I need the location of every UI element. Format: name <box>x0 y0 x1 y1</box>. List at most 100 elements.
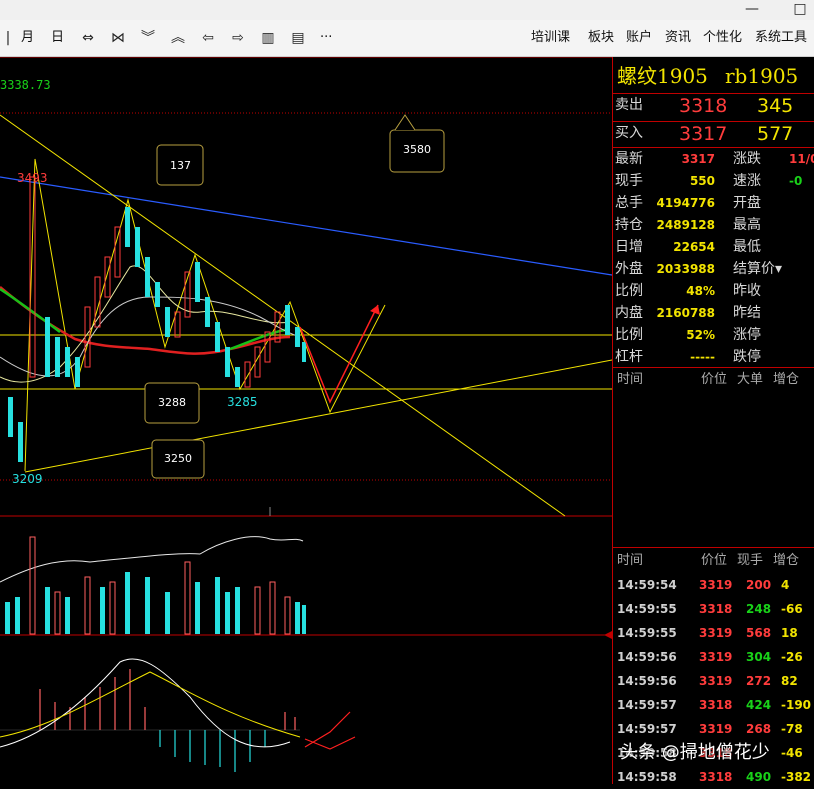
field-label: 比例 <box>615 327 643 343</box>
list-icon[interactable]: ▤ <box>290 30 306 46</box>
tick-row[interactable]: 14:59:56 3319 272 82 <box>613 669 814 693</box>
field-label: 总手 <box>615 195 643 211</box>
column-header: 时间 <box>617 372 644 387</box>
menu-news[interactable]: 资讯 <box>665 28 691 48</box>
menu-sector[interactable]: 板块 <box>588 28 614 48</box>
move-right-icon[interactable]: ⇨ <box>230 30 246 46</box>
kline-svg <box>0 56 613 772</box>
field-value: 48% <box>686 284 715 298</box>
field-label: 内盘 <box>615 305 643 321</box>
menu-account[interactable]: 账户 <box>626 28 652 48</box>
layout-icon[interactable]: ▥ <box>260 30 276 46</box>
field-label: 比例 <box>615 283 643 299</box>
tick-vol: 200 <box>746 578 772 592</box>
field-label: 昨收 <box>733 283 761 299</box>
tick-vol: 424 <box>746 698 772 712</box>
tick-vol: 304 <box>746 650 772 664</box>
tick-row[interactable]: 14:59:58 3318 490 -382 <box>613 765 814 789</box>
tick-time: 14:59:57 <box>617 698 677 712</box>
tick-time: 14:59:55 <box>617 626 677 640</box>
tick-price: 3318 <box>699 770 733 784</box>
tick-row[interactable]: 14:59:55 3319 568 18 <box>613 621 814 645</box>
field-value: 11/0 <box>789 152 814 166</box>
zoom-out-icon[interactable]: ⋈ <box>110 30 126 46</box>
menu-personalize[interactable]: 个性化 <box>703 28 742 48</box>
field-label: 最高 <box>733 217 761 233</box>
buy-volume: 577 <box>757 123 794 145</box>
scroll-up-icon[interactable]: ︽ <box>170 30 186 46</box>
column-header: 价位 <box>701 372 728 387</box>
tick-price: 3318 <box>699 698 733 712</box>
tick-row[interactable]: 14:59:55 3318 248 -66 <box>613 597 814 621</box>
column-header: 增仓 <box>773 372 800 387</box>
tick-chg: 4 <box>781 578 790 592</box>
tick-chg: -26 <box>781 650 803 664</box>
field-value: ----- <box>690 350 715 364</box>
tick-vol: 568 <box>746 626 772 640</box>
contract-code: rb1905 <box>725 64 799 88</box>
field-label: 开盘 <box>733 195 761 211</box>
tick-chg: -66 <box>781 602 803 616</box>
kline-chart[interactable]: 3338.73 3493 3209 3285 137 3580 3288 325… <box>0 56 613 784</box>
field-value: 52% <box>686 328 715 342</box>
field-value: 2033988 <box>656 262 715 276</box>
period-day-button[interactable]: 日 <box>51 28 64 48</box>
buy-price: 3317 <box>679 123 728 145</box>
tick-vol: 490 <box>746 770 772 784</box>
toolbar: | 月 日 ⇔ ⋈ ︾ ︽ ⇦ ⇨ ▥ ▤ ··· 培训课 板块 账户 资讯 个… <box>0 20 814 57</box>
callout-3580: 3580 <box>403 143 431 156</box>
field-label: 日增 <box>615 239 643 255</box>
field-label: 涨跌 <box>733 151 761 167</box>
field-value: 22654 <box>673 240 715 254</box>
quote-panel: 螺纹1905 rb1905 卖出 3318 345 买入 3317 577 最新… <box>612 57 814 784</box>
tick-price: 3319 <box>699 650 733 664</box>
callout-3250: 3250 <box>164 452 192 465</box>
zoom-in-icon[interactable]: ⇔ <box>80 30 96 46</box>
window-titlebar: — □ <box>0 0 814 20</box>
field-label[interactable]: 结算价▾ <box>733 259 782 279</box>
move-left-icon[interactable]: ⇦ <box>200 30 216 46</box>
menu-training[interactable]: 培训课 <box>531 28 570 48</box>
watermark: 头条 @掃地僧花少 <box>620 742 770 763</box>
tick-row[interactable]: 14:59:54 3319 200 4 <box>613 573 814 597</box>
field-label: 跌停 <box>733 349 761 365</box>
column-header: 大单 <box>737 372 764 387</box>
sell-volume: 345 <box>757 95 794 117</box>
field-label: 涨停 <box>733 327 761 343</box>
tick-chg: -382 <box>781 770 812 784</box>
column-header: 增仓 <box>773 553 800 568</box>
contract-name: 螺纹1905 <box>617 64 708 88</box>
field-label: 持仓 <box>615 217 643 233</box>
field-value: -0 <box>789 174 803 188</box>
column-header: 价位 <box>701 553 728 568</box>
more-button[interactable]: ··· <box>320 28 332 48</box>
column-header: 现手 <box>737 553 764 568</box>
tick-time: 14:59:58 <box>617 770 677 784</box>
low2-price-label: 3285 <box>227 395 258 409</box>
scroll-down-icon[interactable]: ︾ <box>140 30 156 46</box>
tick-chg: -78 <box>781 722 803 736</box>
menu-system-tools[interactable]: 系统工具 <box>755 28 807 48</box>
callout-3288: 3288 <box>158 396 186 409</box>
tick-row[interactable]: 14:59:57 3318 424 -190 <box>613 693 814 717</box>
callout-137: 137 <box>170 159 191 172</box>
field-value: 2489128 <box>656 218 715 232</box>
period-month-button[interactable]: 月 <box>21 28 34 48</box>
tick-vol: 248 <box>746 602 772 616</box>
sell-price: 3318 <box>679 95 728 117</box>
minimize-button[interactable]: — <box>738 0 766 20</box>
bar-icon[interactable]: | <box>0 30 16 46</box>
maximize-button[interactable]: □ <box>786 0 814 20</box>
tick-chg: -190 <box>781 698 812 712</box>
tick-time: 14:59:56 <box>617 650 677 664</box>
field-value: 3317 <box>681 152 715 166</box>
field-value: 550 <box>689 174 715 188</box>
field-label: 现手 <box>615 173 643 189</box>
tick-price: 3319 <box>699 626 733 640</box>
tick-time: 14:59:56 <box>617 674 677 688</box>
buy-label: 买入 <box>615 125 643 141</box>
tick-row[interactable]: 14:59:56 3319 304 -26 <box>613 645 814 669</box>
tick-price: 3319 <box>699 674 733 688</box>
tick-price: 3319 <box>699 578 733 592</box>
tick-vol: 272 <box>746 674 772 688</box>
